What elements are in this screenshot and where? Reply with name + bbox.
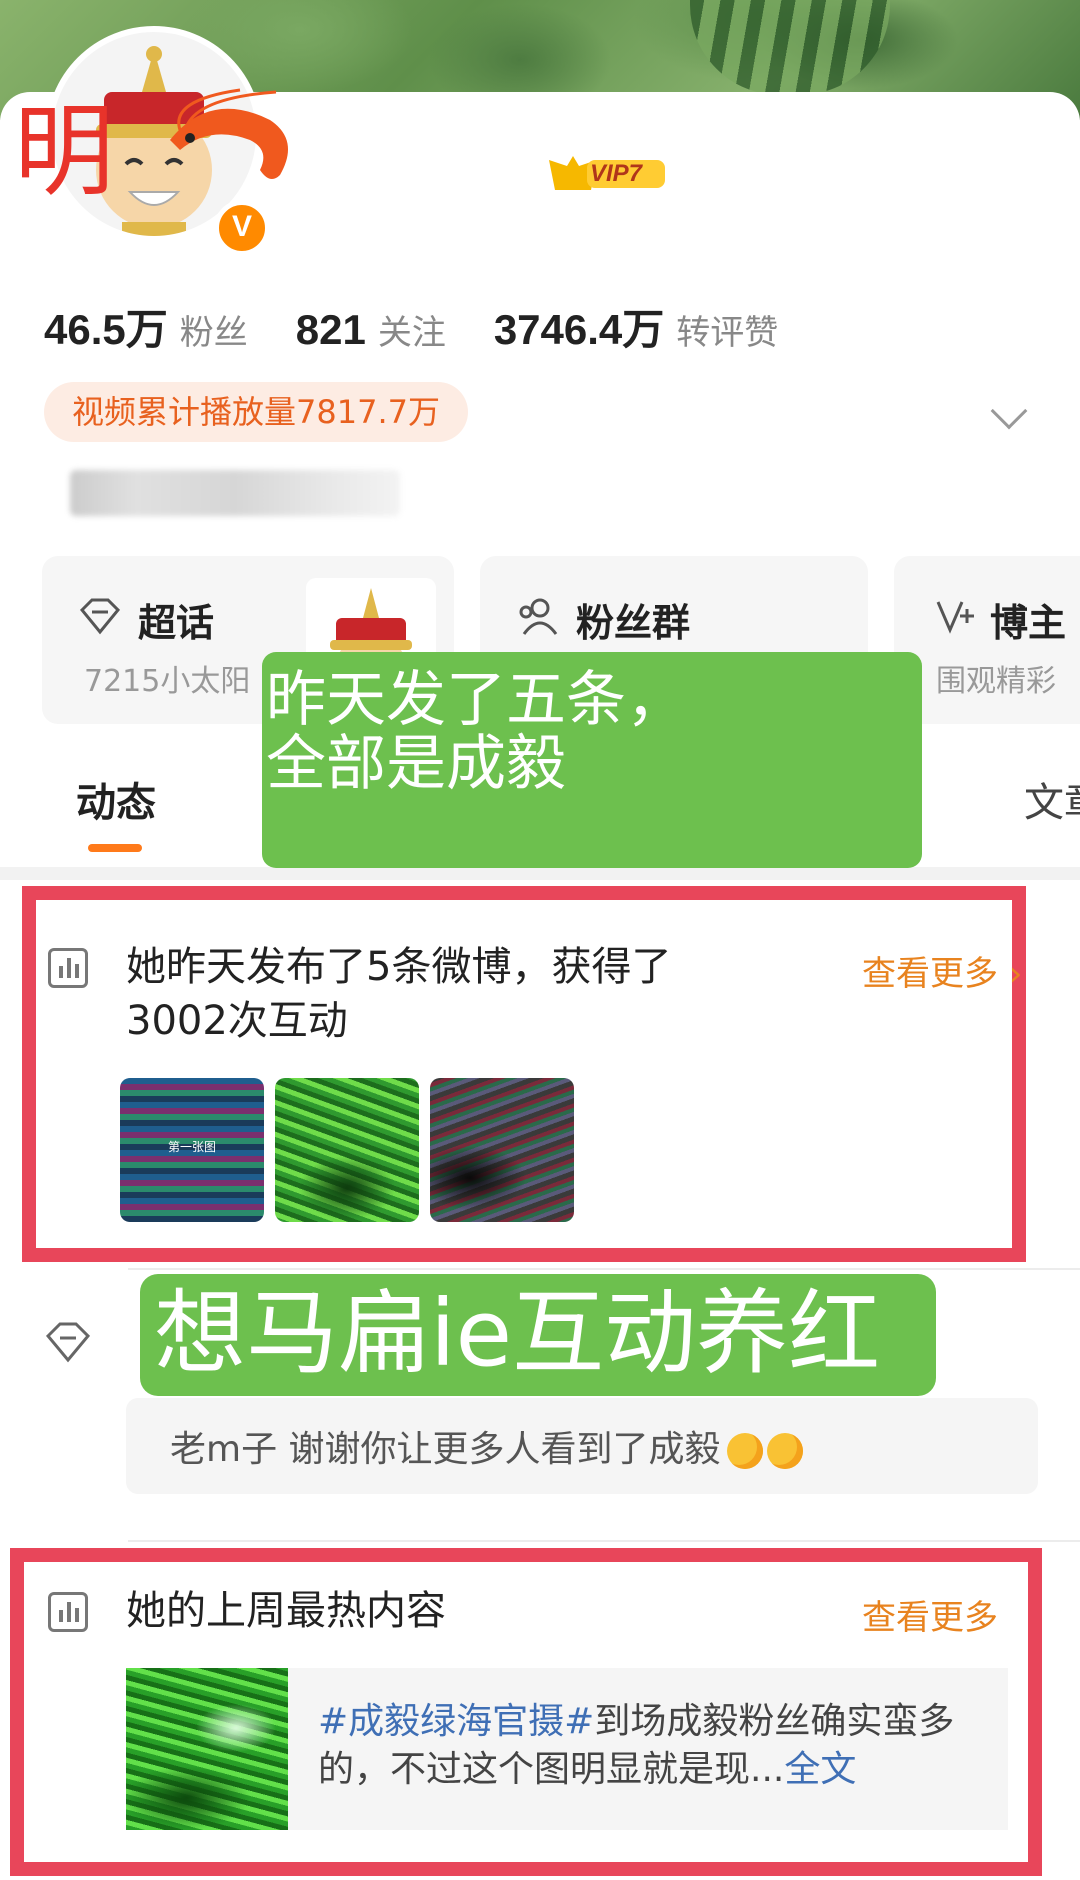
chart-icon [48, 948, 88, 988]
super-topic-sub: 7215小太阳 [84, 664, 251, 699]
tab-articles[interactable]: 文章 [1024, 770, 1080, 828]
following-label[interactable]: 关注 [378, 305, 446, 354]
watermelon-decoration [690, 0, 890, 95]
blogger-title: 博主 [990, 601, 1067, 645]
blush-emoji-icon [726, 1433, 763, 1469]
blush-emoji-icon [766, 1433, 803, 1469]
yesterday-summary-title: 她昨天发布了5条微博，获得了 3002次互动 [126, 944, 672, 1044]
followers-count[interactable]: 46.5万 [44, 296, 168, 357]
hot-post-thumbnail[interactable] [126, 1668, 288, 1830]
view-more-link-2[interactable]: 查看更多 [862, 1590, 998, 1639]
hot-content-title: 她的上周最热内容 [126, 1588, 446, 1634]
following-count[interactable]: 821 [296, 306, 366, 354]
tab-indicator [88, 844, 142, 852]
fulltext-link[interactable]: 全文 [784, 1749, 856, 1790]
likes-label: 转评赞 [676, 313, 779, 353]
tab-dynamics[interactable]: 动态 [76, 770, 156, 828]
followers-label[interactable]: 粉丝 [180, 305, 248, 354]
thumbnail-caption: 第一张图 [167, 1140, 216, 1154]
diamond-icon [79, 598, 121, 635]
divider [128, 1540, 1080, 1542]
comment-text: 老m子 谢谢你让更多人看到了成毅 [170, 1420, 803, 1472]
likes-count: 3746.4万 [493, 306, 665, 353]
chart-icon [48, 1592, 88, 1632]
fan-group-title: 粉丝群 [576, 601, 691, 645]
watermark-char: 明 [14, 93, 114, 210]
stats-row: 46.5万 粉丝 821 关注 3746.4万 转评赞 [44, 296, 826, 357]
annotation-text-top: 昨天发了五条， 全部是成毅 [266, 665, 686, 799]
post-thumbnail-1[interactable]: 第一张图 [120, 1078, 264, 1222]
v-plus-icon [936, 601, 974, 634]
hashtag-link[interactable]: #成毅绿海官摄# [318, 1701, 594, 1742]
video-play-count-badge[interactable]: 视频累计播放量7817.7万 [44, 382, 468, 442]
verified-badge-icon: V [214, 200, 270, 256]
diamond-icon [45, 1322, 91, 1363]
vip-label: VIP7 [590, 160, 643, 187]
people-icon [519, 598, 558, 635]
super-topic-title: 超话 [138, 601, 215, 645]
post-thumbnail-3[interactable] [430, 1078, 574, 1222]
hot-post-text: #成毅绿海官摄#到场成毅粉丝确实蛮多的，不过这个图明显就是现...全文 [318, 1701, 955, 1790]
divider [128, 1268, 1080, 1270]
annotation-text-middle: 想马扁ie互动养红 [154, 1280, 881, 1387]
blogger-sub: 围观精彩 [936, 664, 1056, 699]
shrimp-icon [170, 88, 288, 179]
blurred-bio [70, 470, 400, 516]
post-thumbnail-2[interactable] [275, 1078, 419, 1222]
view-more-link-1[interactable]: 查看更多 › [862, 946, 1022, 995]
